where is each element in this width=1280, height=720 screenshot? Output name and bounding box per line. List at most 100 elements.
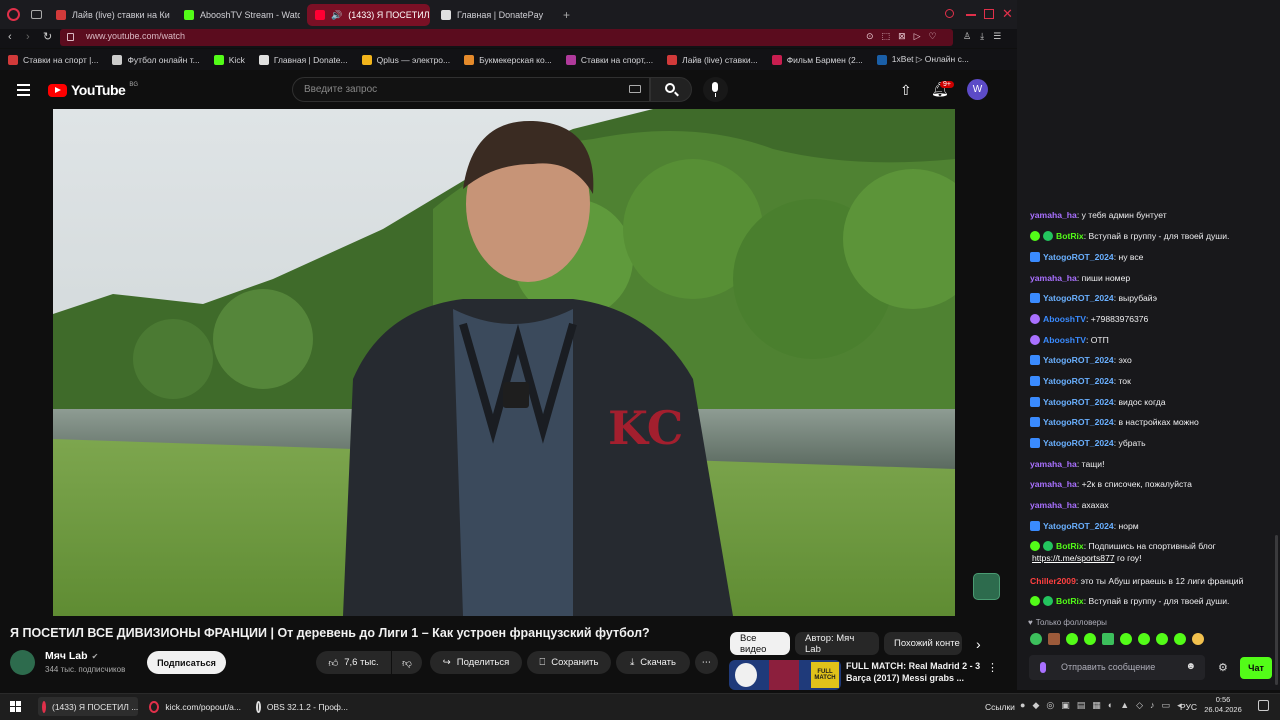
taskbar-links[interactable]: Ссылки: [985, 697, 1015, 716]
share-button[interactable]: ↪ Поделиться: [430, 651, 522, 674]
search-button[interactable]: [650, 77, 692, 102]
chat-message[interactable]: YatogoROT_2024: вырубайэ: [1030, 292, 1275, 305]
chat-username[interactable]: BotRix: [1056, 541, 1084, 551]
chat-input[interactable]: Отправить сообщение ☻: [1029, 655, 1205, 680]
url-text[interactable]: www.youtube.com/watch: [86, 31, 185, 41]
tray-icon[interactable]: ◆: [1032, 700, 1039, 711]
chat-username[interactable]: yamaha_ha: [1030, 479, 1077, 489]
youtube-logo[interactable]: YouTube BG: [48, 82, 138, 98]
bookmark-item[interactable]: Букмекерская ко...: [464, 54, 552, 65]
bookmark-item[interactable]: Qplus — электро...: [361, 54, 450, 65]
profile-icon[interactable]: ♙: [963, 31, 971, 42]
emote-icon[interactable]: [1156, 633, 1168, 645]
play-icon[interactable]: ▷: [914, 31, 921, 42]
chat-message[interactable]: YatogoROT_2024: в настройках можно: [1030, 416, 1275, 429]
tray-icon[interactable]: ▤: [1077, 700, 1086, 711]
chat-message[interactable]: yamaha_ha: тащи!: [1030, 458, 1275, 471]
chat-message[interactable]: Chiller2009: это ты Абуш играешь в 12 ли…: [1030, 575, 1275, 588]
chat-message[interactable]: yamaha_ha: пиши номер: [1030, 272, 1275, 285]
emote-icon[interactable]: [1120, 633, 1132, 645]
tab-4[interactable]: Главная | DonatePay: [433, 4, 553, 26]
hamburger-menu-icon[interactable]: [17, 84, 30, 96]
dislike-button[interactable]: 👎︎: [392, 651, 422, 674]
avatar[interactable]: W: [967, 79, 988, 100]
chat-send-button[interactable]: Чат: [1240, 657, 1272, 679]
reload-icon[interactable]: ↻: [43, 30, 52, 43]
video-player[interactable]: KC: [53, 109, 955, 616]
chat-message[interactable]: BotRix: Вступай в группу - для твоей душ…: [1030, 230, 1275, 243]
tray-icon[interactable]: ▲: [1120, 700, 1129, 711]
like-button[interactable]: 👍︎ 7,6 тыс.: [316, 651, 391, 674]
bookmark-item[interactable]: 1xBet ▷ Онлайн с...: [876, 54, 969, 65]
chat-message[interactable]: BotRix: Подпишись на спортивный блог: [1030, 540, 1275, 553]
chat-message[interactable]: yamaha_ha: ахахах: [1030, 499, 1275, 512]
chat-username[interactable]: AbooshTV: [1043, 335, 1086, 345]
tab-3-active[interactable]: 🔊 (1433) Я ПОСЕТИЛ ВС: [307, 4, 430, 26]
download-icon[interactable]: ⤓: [980, 31, 984, 42]
language-indicator[interactable]: РУС: [1180, 697, 1197, 716]
tray-icon[interactable]: ▣: [1061, 700, 1070, 711]
chat-message[interactable]: YatogoROT_2024: эхо: [1030, 354, 1275, 367]
chip-all-videos[interactable]: Все видео: [730, 632, 790, 655]
notification-center-icon[interactable]: [1258, 700, 1269, 711]
chat-scrollbar[interactable]: [1275, 535, 1278, 685]
bookmark-item[interactable]: Фильм Бармен (2...: [771, 54, 863, 65]
chat-link-url[interactable]: https://t.me/sports877: [1032, 553, 1115, 563]
heart-icon[interactable]: ♡: [929, 31, 937, 42]
bookmark-item[interactable]: Ставки на спорт |...: [8, 54, 98, 65]
speaker-icon[interactable]: 🔊: [331, 10, 342, 21]
emote-row[interactable]: [1030, 633, 1204, 645]
bookmark-item[interactable]: Футбол онлайн т...: [112, 54, 200, 65]
tab-1[interactable]: Лайв (live) ставки на Киб: [48, 4, 170, 26]
tray-icon[interactable]: ▦: [1092, 700, 1101, 711]
channel-name[interactable]: Мяч Lab ✔: [45, 650, 98, 662]
emote-icon[interactable]: [1192, 633, 1204, 645]
close-window-button[interactable]: ✕: [1002, 6, 1013, 22]
chat-username[interactable]: BotRix: [1056, 596, 1084, 606]
emote-icon[interactable]: [1138, 633, 1150, 645]
chat-username[interactable]: YatogoROT_2024: [1043, 293, 1114, 303]
search-tabs-icon[interactable]: [945, 9, 954, 18]
tab-2[interactable]: AbooshTV Stream - Watch: [176, 4, 300, 26]
save-button[interactable]: ⎕ Сохранить: [527, 651, 611, 674]
bookmark-item[interactable]: Ставки на спорт,...: [565, 54, 653, 65]
pin-icon[interactable]: ⊙: [866, 31, 874, 42]
tray-icon[interactable]: ◇: [1136, 700, 1143, 711]
chat-link[interactable]: https://t.me/sports877 го гоу!: [1032, 553, 1141, 563]
network-icon[interactable]: ▭: [1162, 700, 1171, 711]
more-actions-button[interactable]: ⋯: [695, 651, 718, 674]
chat-username[interactable]: yamaha_ha: [1030, 459, 1077, 469]
suggested-title[interactable]: FULL MATCH: Real Madrid 2 - 3 Barça (201…: [846, 660, 982, 684]
clock[interactable]: 0:56 26.04.2026: [1203, 695, 1243, 715]
emote-icon[interactable]: [1048, 633, 1060, 645]
vpn-icon[interactable]: ⊠: [898, 31, 906, 42]
forward-icon[interactable]: ›: [26, 31, 30, 43]
tray-icon[interactable]: ●: [1020, 700, 1025, 711]
chat-message[interactable]: YatogoROT_2024: видос когда: [1030, 396, 1275, 409]
keyboard-icon[interactable]: [629, 85, 641, 93]
tab-list-icon[interactable]: [31, 10, 42, 19]
channel-avatar[interactable]: [10, 650, 35, 675]
emote-icon[interactable]: [1102, 633, 1114, 645]
chips-next-icon[interactable]: ›: [976, 636, 981, 652]
emote-icon[interactable]: [1030, 633, 1042, 645]
chat-username[interactable]: YatogoROT_2024: [1043, 376, 1114, 386]
chat-username[interactable]: yamaha_ha: [1030, 500, 1077, 510]
menu-icon[interactable]: ☰: [993, 31, 1001, 42]
voice-search-button[interactable]: [703, 77, 728, 102]
emoji-picker-icon[interactable]: ☻: [1185, 661, 1196, 672]
chat-username[interactable]: AbooshTV: [1043, 314, 1086, 324]
chat-username[interactable]: YatogoROT_2024: [1043, 355, 1114, 365]
chat-username[interactable]: YatogoROT_2024: [1043, 438, 1114, 448]
back-icon[interactable]: ‹: [8, 31, 12, 43]
chat-mic-icon[interactable]: [1040, 662, 1046, 673]
chat-message[interactable]: YatogoROT_2024: ну все: [1030, 251, 1275, 264]
chat-username[interactable]: BotRix: [1056, 231, 1084, 241]
chat-username[interactable]: yamaha_ha: [1030, 273, 1077, 283]
channel-watermark[interactable]: [973, 573, 1000, 600]
chat-settings-icon[interactable]: ⚙: [1218, 661, 1228, 674]
chat-message[interactable]: YatogoROT_2024: убрать: [1030, 437, 1275, 450]
snapshot-icon[interactable]: ⬚: [882, 31, 891, 42]
taskbar-item-obs[interactable]: OBS 32.1.2 - Проф...: [252, 697, 352, 716]
taskbar-item-opera-youtube[interactable]: (1433) Я ПОСЕТИЛ ...: [38, 697, 138, 716]
